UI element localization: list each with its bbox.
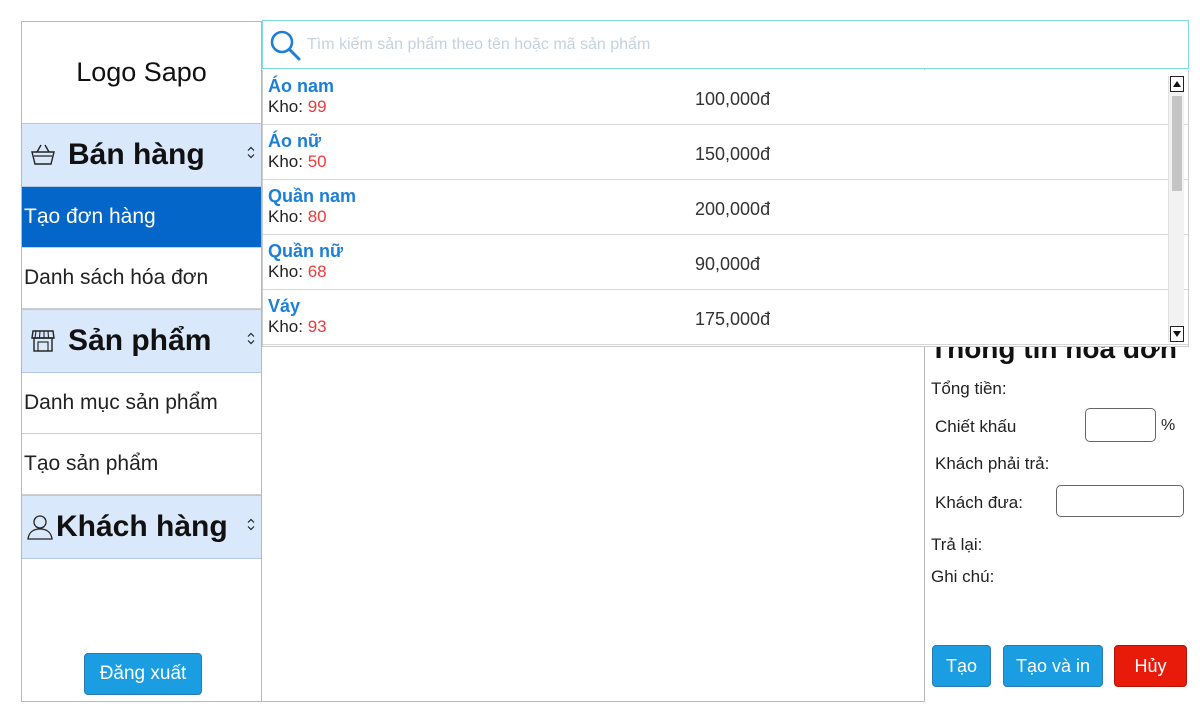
product-row[interactable]: Quần nam Kho: 80 200,000đ	[263, 180, 1188, 235]
chevron-updown-icon	[247, 518, 255, 537]
stock-count: 50	[307, 152, 327, 171]
stock-count: 80	[307, 207, 327, 226]
logo: Logo Sapo	[76, 57, 207, 87]
menu-group-customers[interactable]: Khách hàng	[22, 495, 261, 559]
search-icon[interactable]	[263, 28, 307, 62]
paid-label: Khách đưa:	[935, 493, 1023, 512]
discount-label: Chiết khấu	[935, 417, 1017, 436]
product-row[interactable]: Áo nữ Kho: 50 150,000đ	[263, 125, 1188, 180]
menu-group-products[interactable]: Sản phẩm	[22, 309, 261, 373]
product-name: Áo nữ	[268, 131, 322, 151]
stock-count: 99	[307, 97, 327, 116]
product-name: Váy	[268, 296, 301, 316]
logout-button[interactable]: Đăng xuất	[84, 653, 202, 695]
product-stock: Kho: 99	[268, 97, 327, 116]
create-button[interactable]: Tạo	[932, 645, 991, 687]
sidebar-item-product-catalog[interactable]: Danh mục sản phẩm	[22, 373, 261, 434]
discount-input[interactable]	[1085, 408, 1156, 442]
paid-input[interactable]	[1056, 485, 1184, 517]
dropdown-scrollbar[interactable]	[1168, 76, 1184, 342]
product-name: Áo nam	[268, 76, 335, 96]
note-label: Ghi chú:	[931, 567, 995, 586]
basket-icon	[30, 143, 56, 167]
sidebar: Logo Sapo Bán hàng Tạo đơn hàng Danh sác…	[21, 21, 262, 702]
stock-count: 68	[307, 262, 327, 281]
product-dropdown: Áo nam Kho: 99 100,000đ Áo nữ Kho: 50 15…	[262, 70, 1189, 347]
product-name: Quần nữ	[268, 241, 344, 261]
product-stock: Kho: 93	[268, 317, 327, 336]
cancel-button[interactable]: Hủy	[1114, 645, 1187, 687]
payable-label: Khách phải trả:	[935, 454, 1050, 473]
menu-group-label: Khách hàng	[56, 510, 228, 543]
product-name: Quần nam	[268, 186, 357, 206]
product-price: 150,000đ	[695, 144, 771, 164]
product-row[interactable]: Áo nam Kho: 99 100,000đ	[263, 70, 1188, 125]
product-stock: Kho: 50	[268, 152, 327, 171]
sidebar-item-create-product[interactable]: Tạo sản phẩm	[22, 434, 261, 495]
discount-unit: %	[1161, 417, 1176, 434]
sidebar-item-create-order[interactable]: Tạo đơn hàng	[22, 187, 261, 248]
product-row[interactable]: Váy Kho: 93 175,000đ	[263, 290, 1188, 345]
chevron-updown-icon	[247, 332, 255, 351]
scroll-thumb[interactable]	[1172, 96, 1182, 191]
total-label: Tổng tiền:	[931, 379, 1007, 398]
search-input[interactable]	[307, 35, 1188, 54]
store-icon	[30, 328, 56, 354]
user-icon	[26, 513, 54, 541]
product-price: 100,000đ	[695, 89, 771, 109]
menu-group-sales[interactable]: Bán hàng	[22, 123, 261, 187]
stock-count: 93	[307, 317, 327, 336]
product-stock: Kho: 68	[268, 262, 327, 281]
scroll-down-icon[interactable]	[1170, 326, 1184, 342]
product-stock: Kho: 80	[268, 207, 327, 226]
change-label: Trả lại:	[931, 535, 983, 554]
product-price: 90,000đ	[695, 254, 761, 274]
sidebar-item-invoice-list[interactable]: Danh sách hóa đơn	[22, 248, 261, 309]
chevron-updown-icon	[247, 146, 255, 165]
product-row[interactable]: Quần nữ Kho: 68 90,000đ	[263, 235, 1188, 290]
scroll-up-icon[interactable]	[1170, 76, 1184, 92]
menu-group-label: Bán hàng	[68, 138, 205, 171]
search-bar	[262, 20, 1189, 69]
product-price: 200,000đ	[695, 199, 771, 219]
create-print-button[interactable]: Tạo và in	[1003, 645, 1103, 687]
menu-group-label: Sản phẩm	[68, 324, 212, 357]
product-price: 175,000đ	[695, 309, 771, 329]
